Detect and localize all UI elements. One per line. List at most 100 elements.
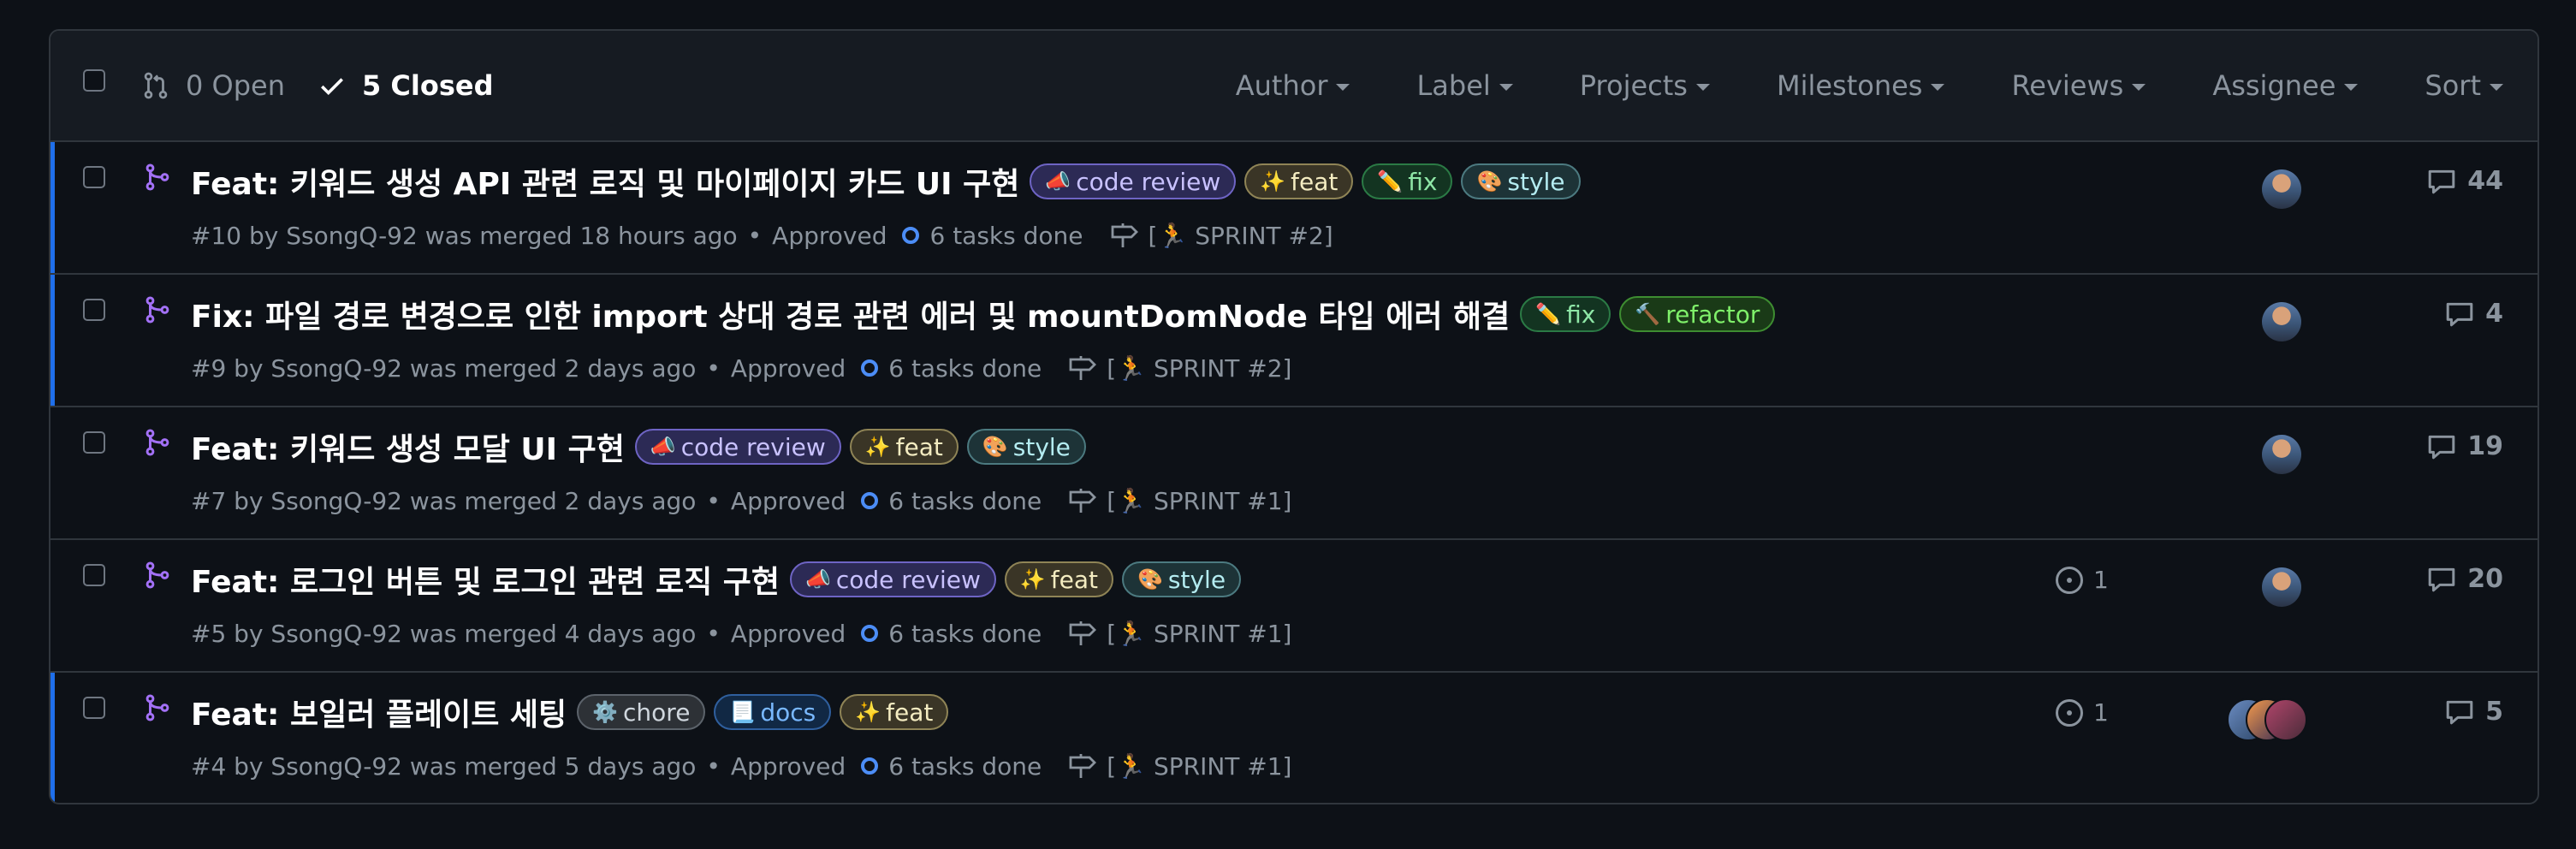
comments-link[interactable]: 4 — [2444, 299, 2503, 329]
label-chore[interactable]: ⚙️ chore — [577, 694, 706, 730]
row-checkbox[interactable] — [83, 697, 105, 719]
linked-issues[interactable]: 1 — [2056, 566, 2109, 594]
pr-meta: #9 by SsongQ-92 was merged 2 days ago • … — [191, 353, 1291, 383]
pull-request-row: Feat: 키워드 생성 API 관련 로직 및 마이페이지 카드 UI 구현 … — [50, 142, 2537, 275]
milestone-link[interactable]: [🏃 SPRINT #2] — [1109, 221, 1333, 250]
row-checkbox[interactable] — [83, 564, 105, 586]
label-feat[interactable]: ✨ feat — [1244, 163, 1354, 199]
progress-ring-icon — [861, 492, 879, 509]
comments-link[interactable]: 19 — [2426, 431, 2503, 461]
row-checkbox[interactable] — [83, 166, 105, 188]
list-header: 0 Open 5 Closed Author Label Projects Mi… — [50, 31, 2537, 142]
labels: 📣 code review ✨ feat ✏️ fix 🎨 style — [1030, 163, 1588, 199]
milestone-text: [🏃 SPRINT #2] — [1107, 353, 1292, 383]
milestones-filter-dropdown[interactable]: Milestones — [1777, 69, 1945, 102]
label-feat[interactable]: ✨ feat — [849, 429, 959, 465]
issue-opened-icon — [2056, 698, 2083, 727]
issue-opened-icon — [2056, 566, 2083, 594]
label-code-review[interactable]: 📣 code review — [634, 429, 841, 465]
label-style[interactable]: 🎨 style — [1122, 561, 1242, 597]
milestone-text: [🏃 SPRINT #1] — [1107, 619, 1292, 648]
label-text: style — [1012, 432, 1071, 461]
avatar[interactable] — [2262, 567, 2301, 607]
avatar[interactable] — [2264, 698, 2307, 741]
task-progress: 6 tasks done — [861, 487, 1042, 515]
label-text: feat — [1291, 167, 1338, 196]
label-emoji-icon: 🔨 — [1635, 302, 1661, 326]
pr-title-link[interactable]: Feat: 로그인 버튼 및 로그인 관련 로직 구현 — [191, 557, 780, 602]
caret-down-icon — [1499, 84, 1513, 91]
label-fix[interactable]: ✏️ fix — [1362, 163, 1453, 199]
label-emoji-icon: ✨ — [855, 700, 881, 724]
avatar[interactable] — [2262, 435, 2301, 474]
open-count: 0 Open — [186, 69, 285, 102]
linked-issue-count: 1 — [2093, 566, 2109, 594]
comments-link[interactable]: 20 — [2426, 564, 2503, 594]
labels: 📣 code review ✨ feat 🎨 style — [634, 429, 1095, 465]
closed-filter-link[interactable]: 5 Closed — [318, 31, 494, 140]
pr-meta-text[interactable]: #7 by SsongQ-92 was merged 2 days ago — [191, 487, 696, 515]
review-status[interactable]: Approved — [731, 487, 846, 515]
linked-issues[interactable]: 1 — [2056, 698, 2109, 727]
assignee-filter-dropdown[interactable]: Assignee — [2212, 69, 2359, 102]
review-status[interactable]: Approved — [731, 620, 846, 648]
label-style[interactable]: 🎨 style — [966, 429, 1086, 465]
label-feat[interactable]: ✨ feat — [840, 694, 949, 730]
label-fix[interactable]: ✏️ fix — [1520, 296, 1611, 332]
pr-meta-text[interactable]: #9 by SsongQ-92 was merged 2 days ago — [191, 354, 696, 383]
milestone-link[interactable]: [🏃 SPRINT #1] — [1067, 486, 1291, 515]
row-checkbox[interactable] — [83, 299, 105, 321]
label-text: fix — [1408, 167, 1438, 196]
review-status[interactable]: Approved — [731, 752, 846, 781]
labels: ✏️ fix 🔨 refactor — [1520, 296, 1784, 332]
sort-dropdown[interactable]: Sort — [2425, 69, 2503, 102]
comments-link[interactable]: 44 — [2426, 166, 2503, 196]
milestone-link[interactable]: [🏃 SPRINT #1] — [1067, 751, 1291, 781]
merged-pr-icon — [145, 163, 169, 191]
separator-dot: • — [706, 751, 721, 781]
comments-link[interactable]: 5 — [2444, 697, 2503, 727]
tasks-text: 6 tasks done — [888, 486, 1042, 515]
comment-count: 44 — [2467, 166, 2503, 196]
comment-count: 20 — [2467, 564, 2503, 594]
reviews-filter-dropdown[interactable]: Reviews — [2011, 69, 2146, 102]
label-code-review[interactable]: 📣 code review — [789, 561, 996, 597]
label-emoji-icon: ✏️ — [1377, 169, 1404, 193]
avatar[interactable] — [2262, 302, 2301, 341]
pr-meta: #10 by SsongQ-92 was merged 18 hours ago… — [191, 221, 1333, 250]
pr-meta-text[interactable]: #4 by SsongQ-92 was merged 5 days ago — [191, 752, 696, 781]
assignee-avatars[interactable] — [2227, 698, 2309, 741]
select-all-checkbox[interactable] — [83, 69, 105, 92]
pull-request-row: Fix: 파일 경로 변경으로 인한 import 상대 경로 관련 에러 및 … — [50, 275, 2537, 407]
pr-title-link[interactable]: Fix: 파일 경로 변경으로 인한 import 상대 경로 관련 에러 및 … — [191, 292, 1510, 336]
milestone-link[interactable]: [🏃 SPRINT #2] — [1067, 353, 1291, 383]
milestone-link[interactable]: [🏃 SPRINT #1] — [1067, 619, 1291, 648]
label-style[interactable]: 🎨 style — [1461, 163, 1581, 199]
pr-title-link[interactable]: Feat: 보일러 플레이트 세팅 — [191, 690, 567, 734]
review-status[interactable]: Approved — [772, 222, 887, 250]
review-status[interactable]: Approved — [731, 354, 846, 383]
label-emoji-icon: 🎨 — [1137, 567, 1163, 591]
label-docs[interactable]: 📃 docs — [714, 694, 832, 730]
pull-request-row: Feat: 보일러 플레이트 세팅 ⚙️ chore 📃 docs ✨ feat #4 b… — [50, 673, 2537, 803]
pr-meta-text[interactable]: #5 by SsongQ-92 was merged 4 days ago — [191, 620, 696, 648]
pr-meta-text[interactable]: #10 by SsongQ-92 was merged 18 hours ago — [191, 222, 738, 250]
open-filter-link[interactable]: 0 Open — [141, 31, 285, 140]
merged-pr-icon — [145, 429, 169, 456]
label-filter-dropdown[interactable]: Label — [1416, 69, 1513, 102]
label-feat[interactable]: ✨ feat — [1004, 561, 1114, 597]
author-filter-dropdown[interactable]: Author — [1236, 69, 1350, 102]
caret-down-icon — [2490, 84, 2503, 91]
filter-bar: Author Label Projects Milestones Reviews… — [1169, 31, 2503, 140]
pr-title-link[interactable]: Feat: 키워드 생성 API 관련 로직 및 마이페이지 카드 UI 구현 — [191, 159, 1019, 204]
projects-filter-dropdown[interactable]: Projects — [1580, 69, 1710, 102]
label-text: fix — [1566, 300, 1596, 329]
pr-title-link[interactable]: Feat: 키워드 생성 모달 UI 구현 — [191, 424, 625, 469]
separator-dot: • — [706, 353, 721, 383]
label-code-review[interactable]: 📣 code review — [1030, 163, 1237, 199]
row-checkbox[interactable] — [83, 431, 105, 454]
task-progress: 6 tasks done — [861, 354, 1042, 383]
label-emoji-icon: 📣 — [1045, 169, 1071, 193]
label-refactor[interactable]: 🔨 refactor — [1619, 296, 1776, 332]
avatar[interactable] — [2262, 169, 2301, 209]
